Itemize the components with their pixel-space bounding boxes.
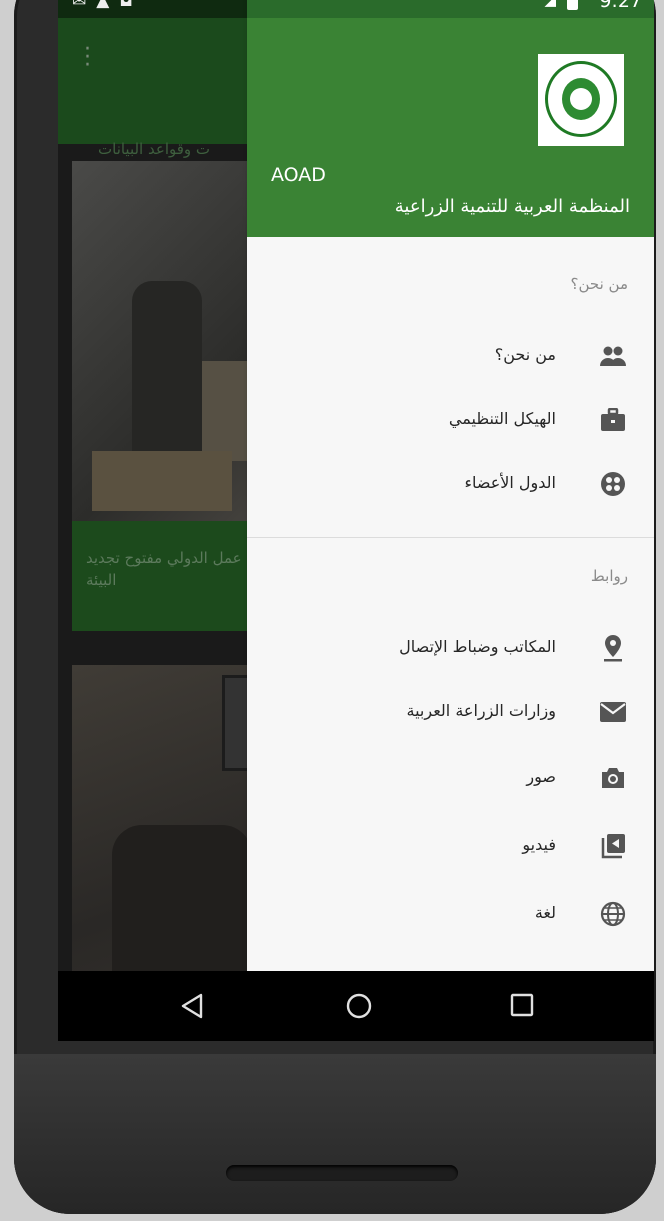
drawer-status-bar: ◢ 9:27 [247,0,654,18]
menu-item-org-structure[interactable]: الهيكل التنظيمي [247,389,654,453]
briefcase-icon [598,405,628,435]
back-icon[interactable] [180,993,204,1023]
members-icon [598,469,628,499]
section-title-links: روابط [590,567,628,585]
warning-icon: ▲ [96,0,110,11]
android-icon: ◘ [119,0,133,11]
battery-icon [567,0,578,10]
divider [247,537,654,538]
screen: ✉ ▲ ◘ · · · ت وقواعد البيانات عمل الدولي م… [58,0,654,1041]
menu-item-label: من نحن؟ [494,345,556,364]
globe-icon [598,899,628,929]
phone-frame: ✉ ▲ ◘ · · · ت وقواعد البيانات عمل الدولي م… [14,0,656,1214]
menu-item-ministries[interactable]: وزارات الزراعة العربية [247,681,654,745]
menu-item-language[interactable]: لغة [247,883,654,947]
notification-icons: ✉ ▲ ◘ [72,0,133,11]
aoad-logo [538,54,624,146]
overflow-menu-icon[interactable]: · · · [84,39,91,77]
recent-apps-icon[interactable] [510,993,534,1021]
menu-item-about[interactable]: من نحن؟ [247,325,654,389]
camera-icon [598,763,628,793]
phone-chin [14,1054,656,1214]
menu-item-photos[interactable]: صور [247,747,654,811]
menu-item-offices[interactable]: المكاتب وضباط الإتصال [247,617,654,681]
mail-icon [598,697,628,727]
navigation-drawer: ◢ 9:27 AOAD المنظمة العربية للتنمية الزر… [247,0,654,971]
menu-item-label: فيديو [522,835,556,854]
menu-item-label: صور [526,767,556,786]
section-title-about: من نحن؟ [570,275,628,293]
gmail-icon: ✉ [72,0,87,11]
menu-item-member-states[interactable]: الدول الأعضاء [247,453,654,517]
menu-item-label: الدول الأعضاء [464,473,556,492]
org-full-name: المنظمة العربية للتنمية الزراعية [394,196,630,217]
menu-item-label: المكاتب وضباط الإتصال [399,637,556,656]
app-tab-label[interactable]: ت وقواعد البيانات [98,140,210,158]
news-card-title: عمل الدولي مفتوح تجديد البيئة [86,549,242,589]
clock: 9:27 [599,0,642,12]
drawer-header: AOAD المنظمة العربية للتنمية الزراعية [247,18,654,237]
menu-item-video[interactable]: فيديو [247,815,654,879]
phone-speaker [226,1165,458,1181]
home-icon[interactable] [346,993,372,1023]
menu-item-label: وزارات الزراعة العربية [406,701,556,720]
org-short-name: AOAD [271,164,326,186]
location-pin-icon [598,633,628,663]
menu-item-label: الهيكل التنظيمي [448,409,556,428]
menu-item-label: لغة [534,903,556,922]
system-nav-bar [58,971,654,1041]
signal-icon: ◢ [544,0,556,9]
people-icon [598,341,628,371]
video-library-icon [598,831,628,861]
